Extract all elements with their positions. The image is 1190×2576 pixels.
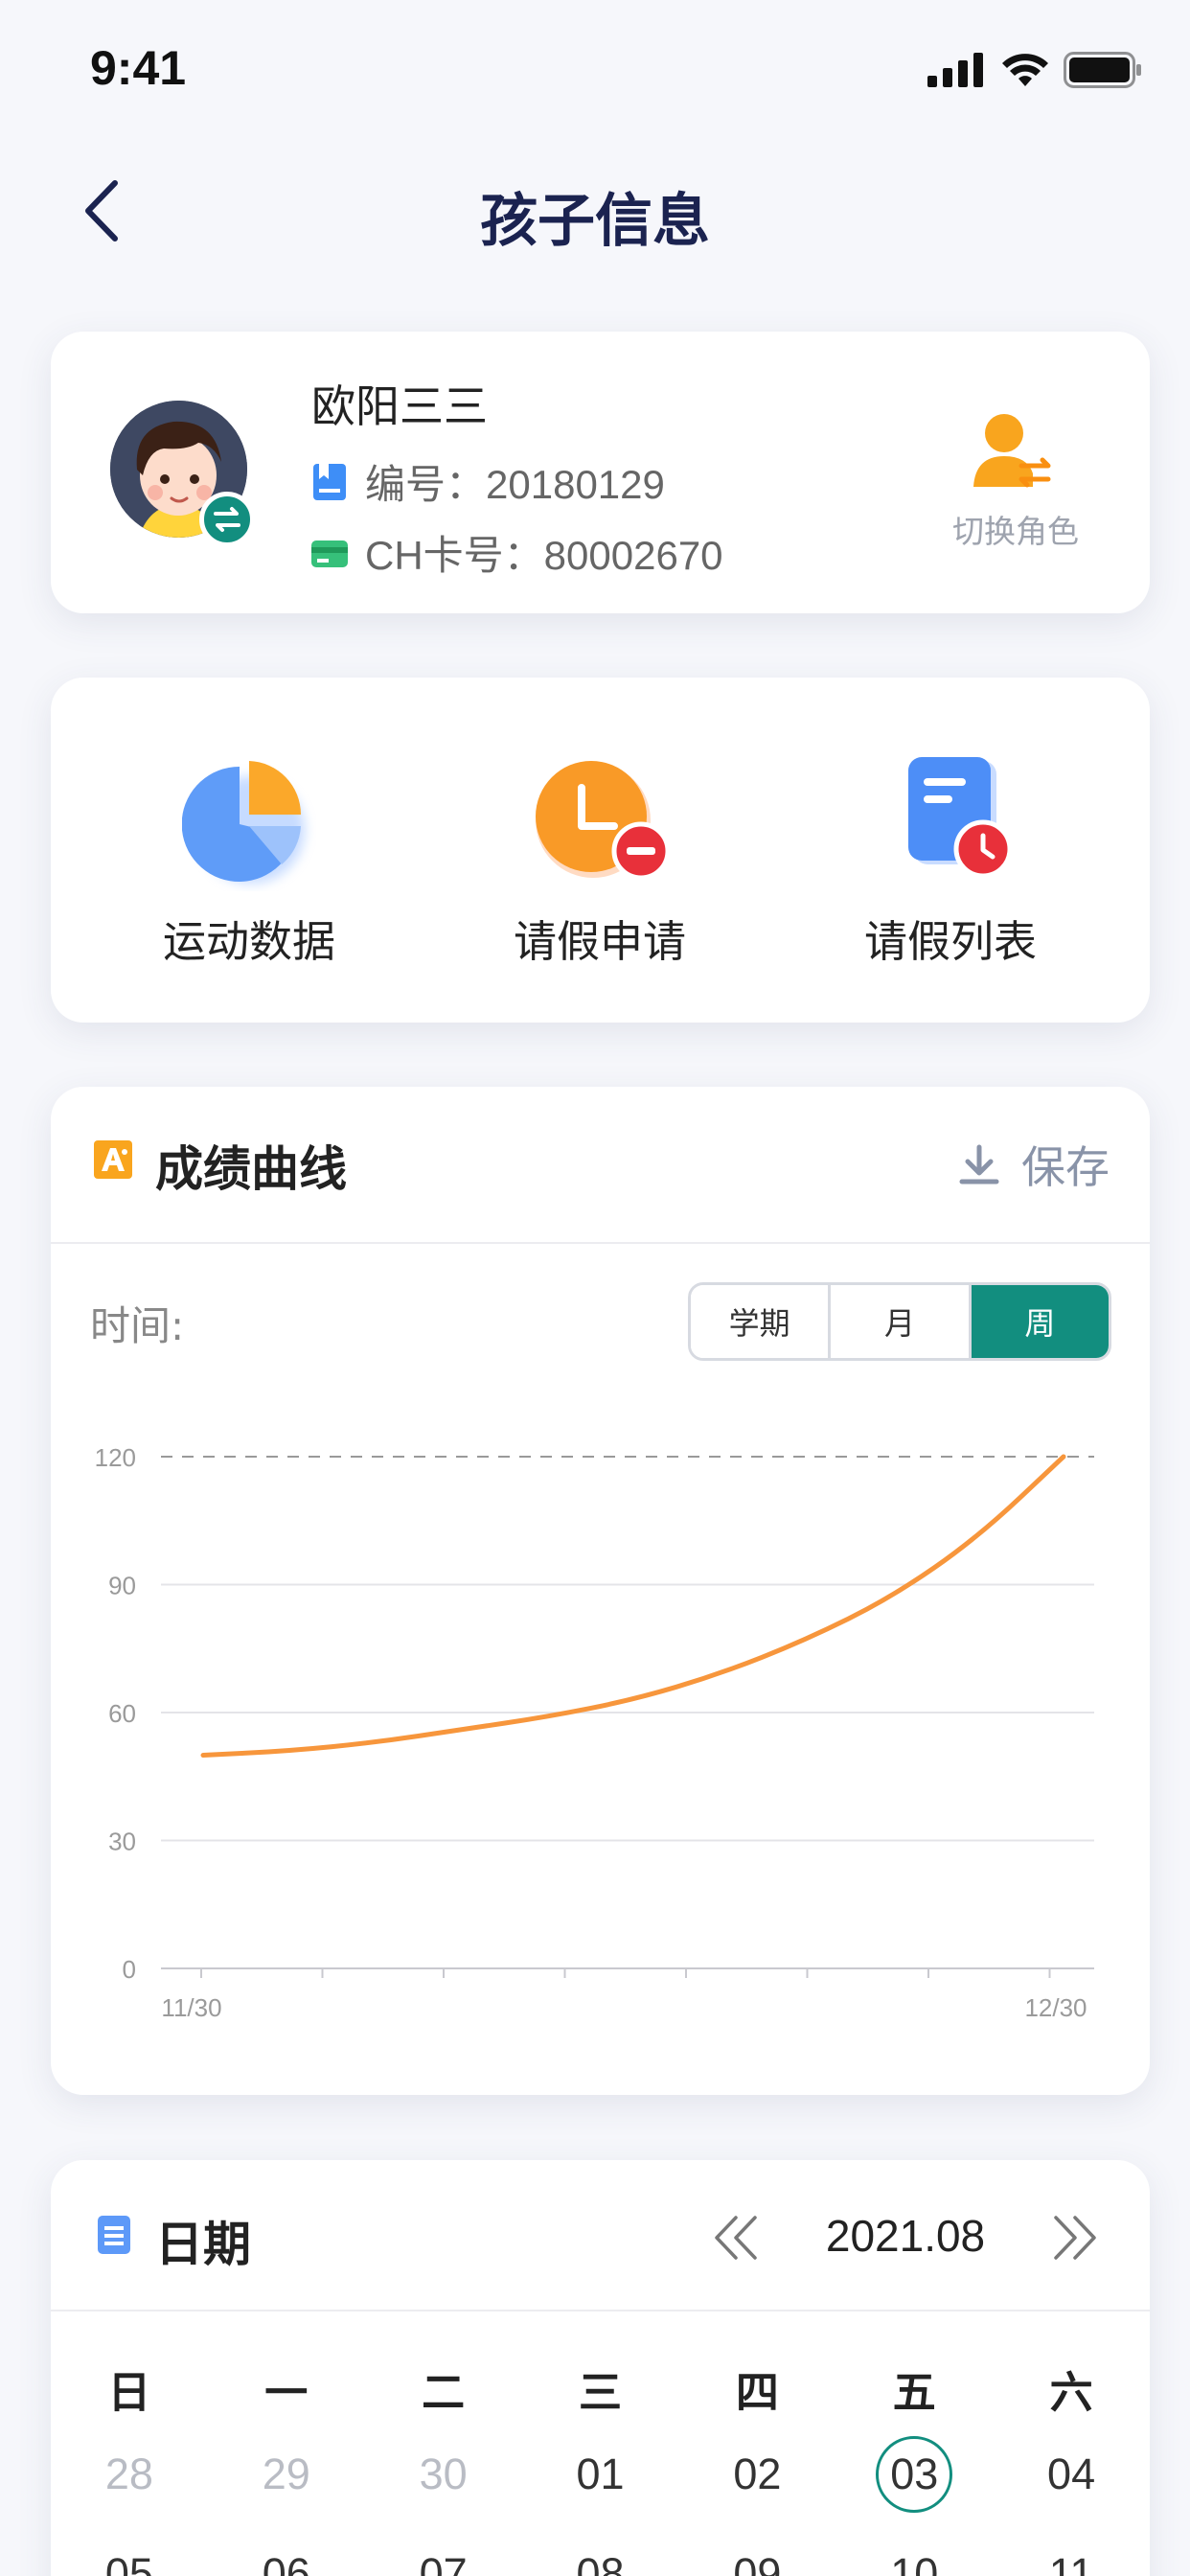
calendar-day[interactable]: 09	[678, 2549, 835, 2576]
current-month: 2021.08	[825, 2211, 986, 2261]
calendar-day[interactable]: 28	[51, 2450, 208, 2513]
weekday-label: 一	[264, 2368, 309, 2417]
score-divider	[51, 1242, 1150, 1244]
sport-data-label: 运动数据	[162, 916, 335, 967]
child-name: 欧阳三三	[311, 380, 488, 432]
switch-role-button[interactable]	[968, 412, 1054, 489]
leave-list-button[interactable]: 请假列表	[778, 757, 1123, 969]
calendar-week-1: 28 29 30 01 02 03 04	[51, 2436, 1150, 2513]
list-clock-icon	[908, 757, 1013, 879]
save-button[interactable]: 保存	[958, 1133, 1110, 1196]
id-book-icon	[313, 463, 346, 500]
today-marker: 03	[876, 2436, 953, 2513]
segment-month[interactable]: 月	[831, 1285, 972, 1358]
calendar-day[interactable]: 06	[208, 2549, 365, 2576]
weekday-label: 二	[422, 2368, 466, 2417]
y-tick-label: 0	[123, 1955, 136, 1984]
card-icon	[311, 540, 348, 567]
x-tick-label: 11/30	[161, 1993, 221, 2022]
switch-role-icon	[973, 414, 1051, 488]
child-id-row: 编号：20180129	[311, 452, 665, 511]
y-tick-label: 90	[108, 1572, 136, 1600]
child-id-value: 20180129	[486, 462, 665, 507]
weekday-label: 四	[735, 2368, 779, 2417]
signal-icon	[927, 53, 983, 87]
calendar-title-icon	[98, 2216, 130, 2254]
weekday-label: 三	[579, 2368, 623, 2417]
x-tick-label: 12/30	[1024, 1993, 1087, 2022]
battery-icon	[1064, 52, 1141, 88]
weekday-label: 六	[1049, 2368, 1093, 2417]
calendar-week-2: 05 06 07 08 09 10 11	[51, 2549, 1150, 2576]
calendar-day[interactable]: 30	[365, 2450, 522, 2513]
calendar-title: 日期	[155, 2217, 251, 2272]
leave-list-label: 请假列表	[863, 916, 1037, 967]
calendar-day[interactable]: 01	[522, 2450, 679, 2513]
score-series-line	[200, 1454, 1066, 1758]
next-month-icon[interactable]	[1050, 2214, 1100, 2262]
weekday-label: 五	[892, 2368, 936, 2417]
calendar-day[interactable]: 29	[208, 2450, 365, 2513]
calendar-day[interactable]: 05	[51, 2549, 208, 2576]
child-card-row: CH卡号：80002670	[311, 523, 723, 582]
pie-chart-icon	[182, 761, 305, 884]
switch-role-label[interactable]: 切换角色	[920, 506, 1111, 552]
y-tick-label: 30	[108, 1828, 136, 1856]
page-title: 孩子信息	[480, 188, 710, 255]
calendar-day[interactable]: 10	[835, 2549, 993, 2576]
calendar-day[interactable]: 07	[365, 2549, 522, 2576]
y-tick-label: 120	[95, 1443, 136, 1472]
score-line-chart: 0 30 60 90 120 11/30 12/30	[95, 1443, 1094, 2022]
calendar-day[interactable]: 04	[993, 2450, 1150, 2513]
save-label: 保存	[1021, 1141, 1110, 1193]
prev-month-icon[interactable]	[711, 2214, 761, 2262]
status-time: 9:41	[90, 41, 187, 95]
child-card-value: 80002670	[543, 533, 723, 578]
download-icon	[959, 1144, 999, 1184]
calendar-day[interactable]: 11	[993, 2549, 1150, 2576]
y-tick-label: 60	[108, 1699, 136, 1728]
score-title-icon	[94, 1140, 132, 1179]
child-id-label: 编号：	[365, 462, 487, 507]
clock-minus-icon	[536, 761, 671, 881]
weekday-header: 日一二三四五六	[51, 2358, 1150, 2420]
calendar-divider	[51, 2310, 1150, 2312]
status-icons	[927, 52, 1142, 88]
segment-week[interactable]: 周	[971, 1285, 1109, 1358]
wifi-icon	[1002, 54, 1048, 86]
leave-apply-button[interactable]: 请假申请	[427, 757, 772, 969]
weekday-label: 日	[107, 2368, 151, 2417]
segment-semester[interactable]: 学期	[691, 1285, 832, 1358]
score-title: 成绩曲线	[155, 1141, 347, 1197]
calendar-day-today[interactable]: 03	[835, 2436, 993, 2513]
sport-data-button[interactable]: 运动数据	[77, 757, 422, 969]
time-label: 时间:	[90, 1302, 185, 1349]
calendar-day[interactable]: 02	[678, 2450, 835, 2513]
switch-badge-icon	[199, 492, 255, 547]
period-segmented-control: 学期 月 周	[688, 1282, 1111, 1361]
leave-apply-label: 请假申请	[513, 916, 686, 967]
child-card-label: CH卡号：	[365, 533, 544, 578]
calendar-day[interactable]: 08	[522, 2549, 679, 2576]
